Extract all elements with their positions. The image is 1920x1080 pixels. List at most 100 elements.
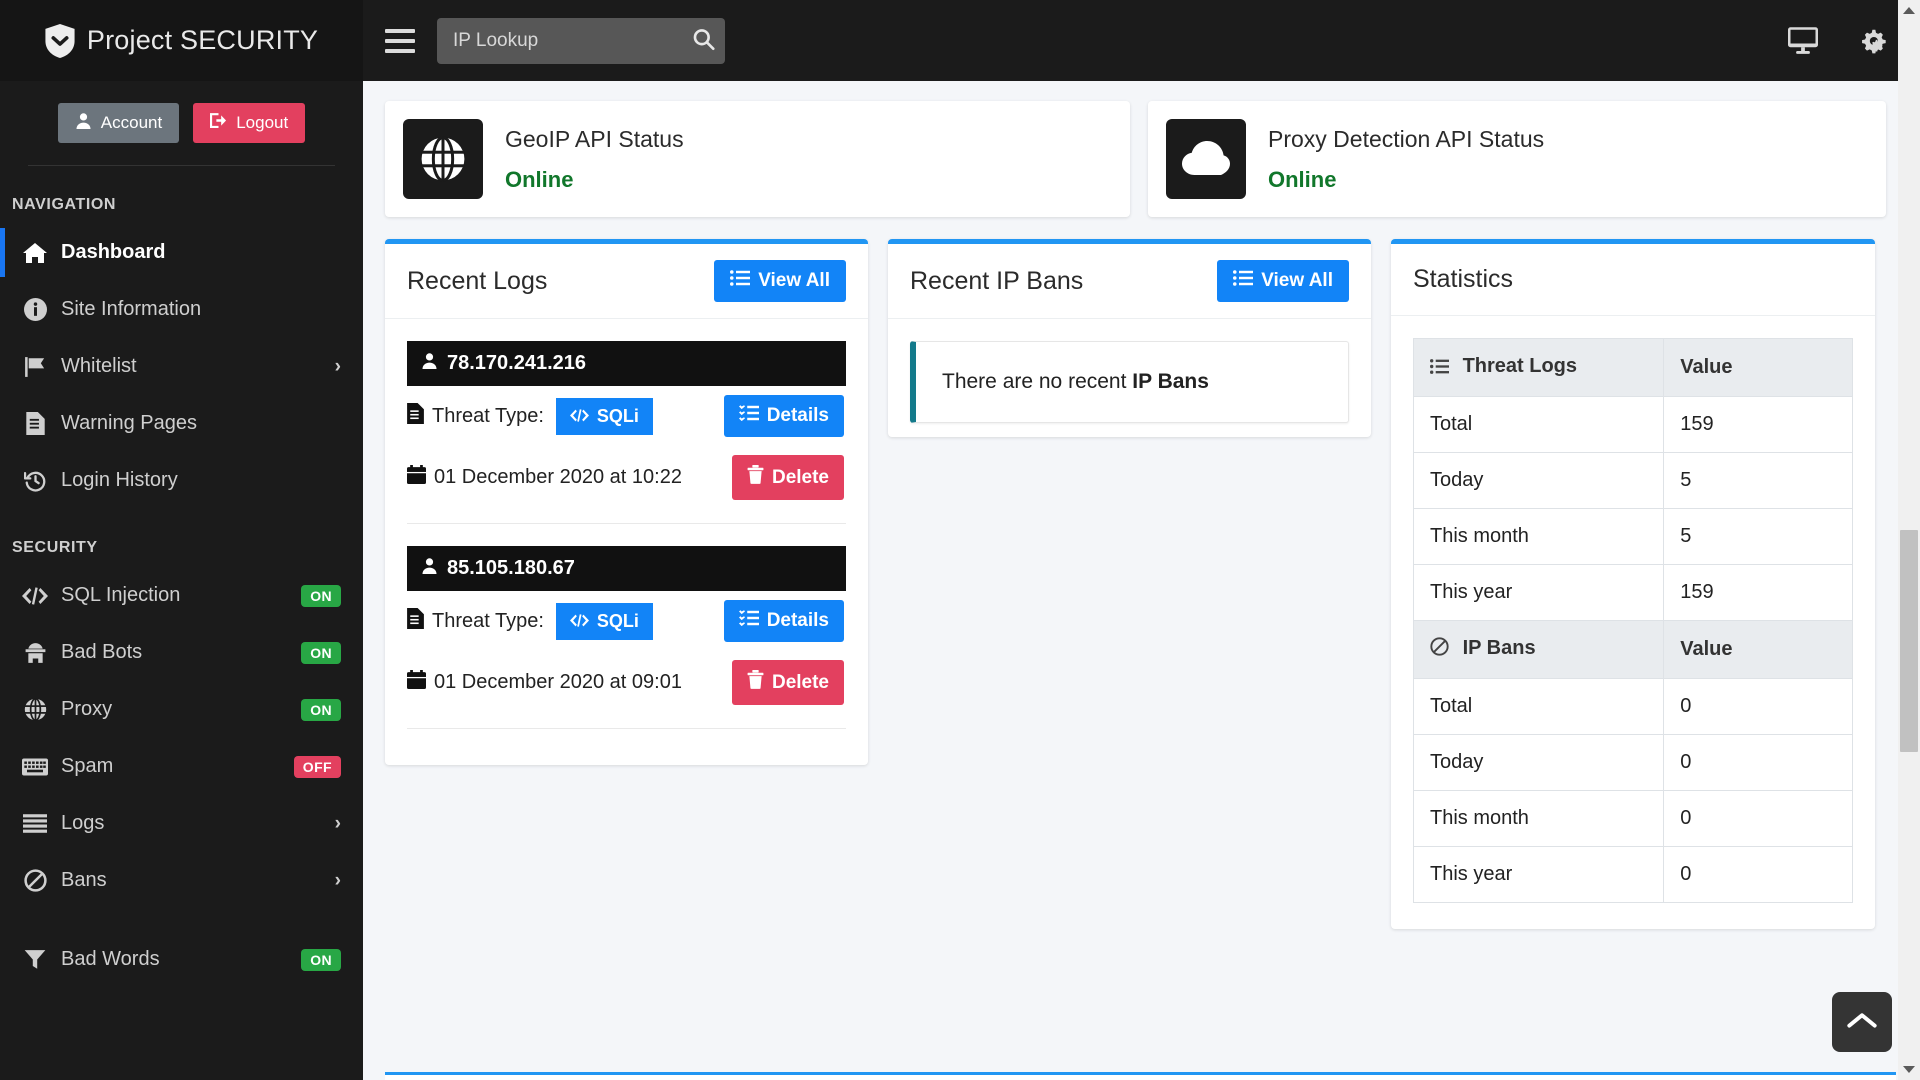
sidebar-item-spam[interactable]: Spam OFF bbox=[0, 738, 363, 795]
sidebar-item-label: Spam bbox=[61, 755, 281, 778]
log-details-button[interactable]: Details bbox=[724, 600, 844, 642]
sidebar-item-warning-pages[interactable]: Warning Pages bbox=[0, 395, 363, 452]
row-value: 159 bbox=[1664, 397, 1853, 453]
proxy-status-title: Proxy Detection API Status bbox=[1268, 126, 1544, 153]
recent-logs-panel: Recent Logs View All bbox=[385, 239, 868, 765]
chevron-right-icon: › bbox=[335, 813, 341, 835]
code-icon bbox=[570, 611, 589, 632]
sidebar-item-sql-injection[interactable]: SQL Injection ON bbox=[0, 567, 363, 624]
row-value: 0 bbox=[1664, 791, 1853, 847]
user-icon bbox=[75, 112, 92, 134]
code-icon bbox=[570, 406, 589, 427]
table-row: Today 5 bbox=[1414, 453, 1853, 509]
log-ip-address: 78.170.241.216 bbox=[447, 352, 586, 375]
value-header-cell: Value bbox=[1664, 339, 1853, 397]
flag-icon bbox=[22, 356, 48, 378]
ip-bans-header-cell: IP Bans bbox=[1414, 621, 1664, 679]
main-area: GeoIP API Status Online Proxy Detection … bbox=[363, 0, 1920, 1080]
brand-logo[interactable]: Project SECURITY bbox=[0, 0, 363, 81]
sidebar-item-login-history[interactable]: Login History bbox=[0, 452, 363, 509]
account-actions: Account Logout bbox=[0, 81, 363, 163]
cogs-icon[interactable] bbox=[1858, 27, 1890, 55]
sidebar: Project SECURITY Account Logout bbox=[0, 0, 363, 1080]
dashboard-content: GeoIP API Status Online Proxy Detection … bbox=[363, 81, 1920, 1072]
sidebar-item-bad-words[interactable]: Bad Words ON bbox=[0, 931, 363, 988]
scrollbar-up-arrow[interactable] bbox=[1898, 0, 1920, 22]
tasks-icon bbox=[739, 610, 759, 632]
proxy-status-value: Online bbox=[1268, 167, 1544, 193]
chevron-right-icon: › bbox=[335, 356, 341, 378]
sidebar-item-label: Bans bbox=[61, 869, 322, 892]
search-input[interactable] bbox=[437, 18, 725, 64]
log-entry: 85.105.180.67 bbox=[407, 546, 846, 714]
statistics-body: Threat Logs Value Total 159 Today bbox=[1391, 316, 1875, 929]
trash-icon bbox=[747, 465, 764, 490]
scroll-to-top-button[interactable] bbox=[1832, 992, 1892, 1052]
row-value: 159 bbox=[1664, 565, 1853, 621]
empty-state-prefix: There are no recent bbox=[942, 370, 1132, 393]
filter-icon bbox=[22, 949, 48, 971]
user-icon bbox=[421, 352, 438, 375]
sidebar-item-bad-bots[interactable]: Bad Bots ON bbox=[0, 624, 363, 681]
scrollbar-thumb[interactable] bbox=[1900, 530, 1918, 752]
account-button[interactable]: Account bbox=[58, 103, 179, 143]
empty-state-bold: IP Bans bbox=[1132, 370, 1209, 393]
log-threat-type-label: Threat Type: bbox=[432, 405, 544, 428]
topbar bbox=[363, 0, 1920, 81]
sidebar-item-whitelist[interactable]: Whitelist › bbox=[0, 338, 363, 395]
sidebar-item-logs[interactable]: Logs › bbox=[0, 795, 363, 852]
status-badge: ON bbox=[301, 585, 341, 607]
search-button[interactable] bbox=[693, 28, 715, 53]
log-ip-header: 85.105.180.67 bbox=[407, 546, 846, 591]
trash-icon bbox=[747, 670, 764, 695]
logout-button[interactable]: Logout bbox=[193, 103, 305, 143]
dashboard-panels: Recent Logs View All bbox=[385, 239, 1896, 929]
sidebar-item-label: Dashboard bbox=[61, 241, 341, 264]
hamburger-icon[interactable] bbox=[385, 29, 415, 53]
scrollbar-down-arrow[interactable] bbox=[1898, 1058, 1920, 1080]
log-threat-type-badge: SQLi bbox=[556, 398, 653, 435]
table-header-row: IP Bans Value bbox=[1414, 621, 1853, 679]
sidebar-item-bans[interactable]: Bans › bbox=[0, 852, 363, 909]
search-box bbox=[437, 18, 725, 64]
chevron-right-icon: › bbox=[335, 870, 341, 892]
brand-name: Project SECURITY bbox=[87, 25, 318, 56]
proxy-status-body: Proxy Detection API Status Online bbox=[1246, 126, 1544, 193]
sidebar-item-label: Login History bbox=[61, 469, 341, 492]
sidebar-item-label: Logs bbox=[61, 812, 322, 835]
log-details-label: Details bbox=[767, 610, 829, 632]
api-status-row: GeoIP API Status Online Proxy Detection … bbox=[385, 101, 1896, 217]
recent-logs-view-all-button[interactable]: View All bbox=[714, 260, 846, 302]
account-button-label: Account bbox=[101, 113, 162, 133]
ban-icon bbox=[22, 869, 48, 892]
statistics-title: Statistics bbox=[1413, 265, 1513, 294]
code-icon bbox=[22, 587, 48, 605]
file-icon bbox=[407, 608, 424, 635]
sidebar-item-site-information[interactable]: Site Information bbox=[0, 281, 363, 338]
logout-icon bbox=[210, 112, 227, 134]
log-delete-button[interactable]: Delete bbox=[732, 455, 844, 500]
statistics-table: Threat Logs Value Total 159 Today bbox=[1413, 338, 1853, 903]
page-scrollbar[interactable] bbox=[1898, 0, 1920, 1080]
sidebar-item-label: SQL Injection bbox=[61, 584, 288, 607]
log-threat-row: Threat Type: bbox=[407, 386, 846, 446]
row-value: 0 bbox=[1664, 679, 1853, 735]
geoip-status-body: GeoIP API Status Online bbox=[483, 126, 684, 193]
sidebar-item-proxy[interactable]: Proxy ON bbox=[0, 681, 363, 738]
proxy-status-card: Proxy Detection API Status Online bbox=[1148, 101, 1886, 217]
recent-ip-bans-view-all-button[interactable]: View All bbox=[1217, 260, 1349, 302]
log-ip-address: 85.105.180.67 bbox=[447, 557, 575, 580]
sidebar-spacer bbox=[0, 909, 363, 931]
log-details-button[interactable]: Details bbox=[724, 395, 844, 437]
status-badge: OFF bbox=[294, 756, 341, 778]
log-delete-button[interactable]: Delete bbox=[732, 660, 844, 705]
table-header-row: Threat Logs Value bbox=[1414, 339, 1853, 397]
globe-icon bbox=[22, 698, 48, 721]
geoip-status-card: GeoIP API Status Online bbox=[385, 101, 1130, 217]
desktop-icon[interactable] bbox=[1788, 27, 1818, 55]
log-date-text: 01 December 2020 at 09:01 bbox=[434, 671, 682, 694]
row-value: 5 bbox=[1664, 509, 1853, 565]
table-row: This month 5 bbox=[1414, 509, 1853, 565]
sidebar-item-dashboard[interactable]: Dashboard bbox=[0, 224, 363, 281]
file-icon bbox=[407, 403, 424, 430]
